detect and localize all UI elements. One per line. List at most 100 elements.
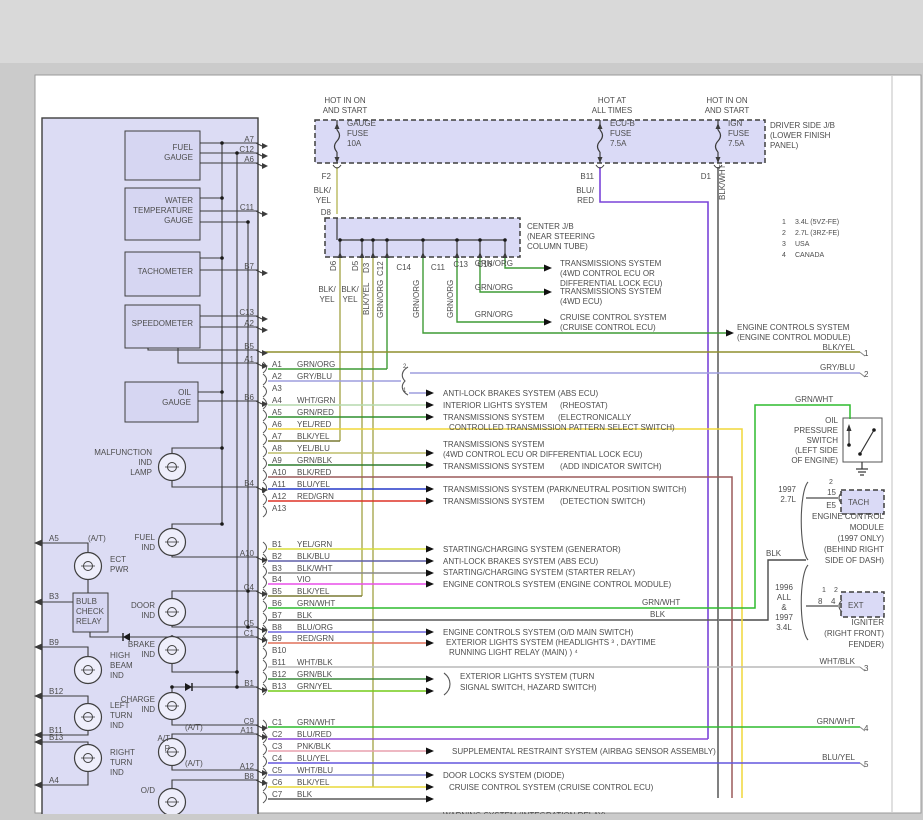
label: GRN/ORG	[475, 283, 513, 292]
label: ANTI-LOCK BRAKES SYSTEM (ABS ECU)	[443, 557, 598, 566]
pin-b4: B4	[272, 575, 282, 584]
label: 1	[864, 349, 869, 358]
label: (A/T)	[88, 534, 106, 543]
label: INTERIOR LIGHTS SYSTEM	[443, 401, 548, 410]
pin-a3: A3	[272, 384, 282, 393]
pin-a13: A13	[272, 504, 287, 513]
label: ENGINE CONTROLS SYSTEM (ENGINE CONTROL M…	[443, 580, 672, 589]
cluster-pin-b5: B5	[244, 342, 254, 351]
label: CRUISE CONTROL SYSTEM (CRUISE CONTROL ECU…	[560, 313, 667, 332]
cluster-pin-c5: C5	[244, 619, 255, 628]
wirecolor-b1: YEL/GRN	[297, 540, 332, 549]
label: 2	[834, 587, 838, 594]
label: GRN/WHT	[795, 395, 833, 404]
junction-dot	[235, 151, 239, 155]
pin-b6: B6	[272, 599, 282, 608]
cluster-pin-c1: C1	[244, 629, 255, 638]
cluster-pin-a7: A7	[244, 135, 254, 144]
junction-dot	[371, 238, 375, 242]
cluster-pin-a2: A2	[244, 319, 254, 328]
junction-dot	[360, 238, 364, 242]
pin-a2: A2	[272, 372, 282, 381]
wirecolor-a10: BLK/RED	[297, 468, 331, 477]
label: USA	[795, 241, 810, 248]
pin-b10: B10	[272, 646, 287, 655]
pin-b9: B9	[272, 634, 282, 643]
label: B13	[49, 733, 64, 742]
wirecolor-b13: GRN/YEL	[297, 682, 333, 691]
wirecolor-c7: BLK	[297, 790, 313, 799]
wirecolor-c6: BLK/YEL	[297, 778, 330, 787]
label: STARTING/CHARGING SYSTEM (STARTER RELAY)	[443, 568, 636, 577]
hot-in-on-start-1: HOT IN ON AND START	[323, 96, 368, 115]
label: (RHEOSTAT)	[560, 401, 608, 410]
pin-a7: A7	[272, 432, 282, 441]
pin-a10: A10	[272, 468, 287, 477]
label: TRANSMISSIONS SYSTEM	[443, 413, 545, 422]
label: (A/T)	[185, 723, 203, 732]
junction-dot	[220, 522, 224, 526]
junction-dot	[421, 238, 425, 242]
hot-in-on-start-2: HOT IN ON AND START	[705, 96, 750, 115]
pin-b2: B2	[272, 552, 282, 561]
wirecolor-a7: BLK/YEL	[297, 432, 330, 441]
cluster-pin-a10: A10	[240, 549, 255, 558]
junction-dot	[872, 428, 876, 432]
wirecolor-b5: BLK/YEL	[297, 587, 330, 596]
label: 3	[864, 664, 869, 673]
label: GRN/ORG	[376, 280, 385, 318]
pin-c3: C3	[272, 742, 283, 751]
label: B9	[49, 638, 59, 647]
wirecolor-b8: BLU/ORG	[297, 623, 333, 632]
pin-b8: B8	[272, 623, 282, 632]
pin-c6: C6	[272, 778, 283, 787]
label: B3	[49, 592, 59, 601]
junction-dot	[220, 256, 224, 260]
wirecolor-b4: VIO	[297, 575, 311, 584]
label: (ELECTRONICALLY	[558, 413, 632, 422]
label: D3	[362, 262, 371, 273]
cluster-pin-b7: B7	[244, 262, 254, 271]
cluster-pin-c11: C11	[240, 203, 255, 212]
pin-b5: B5	[272, 587, 282, 596]
label: TRANSMISSIONS SYSTEM (PARK/NEUTRAL POSIT…	[443, 485, 687, 494]
wirecolor-a9: GRN/BLK	[297, 456, 333, 465]
pin-b12: B12	[272, 670, 287, 679]
label: C14	[396, 263, 411, 272]
wirecolor-b6: GRN/WHT	[297, 599, 335, 608]
pin-a4: A4	[272, 396, 282, 405]
label: CRUISE CONTROL SYSTEM (CRUISE CONTROL EC…	[449, 783, 654, 792]
label: 4	[864, 724, 869, 733]
label: D6	[329, 260, 338, 271]
title-bg	[0, 0, 923, 63]
pin-a11: A11	[272, 480, 286, 489]
pin-a12: A12	[272, 492, 287, 501]
pin-a1: A1	[272, 360, 282, 369]
label: D1	[701, 172, 712, 181]
label: D8	[321, 208, 332, 217]
label: C12	[376, 261, 385, 276]
junction-dot	[503, 238, 507, 242]
wirecolor-c1: GRN/WHT	[297, 718, 335, 727]
wirecolor-c5: WHT/BLU	[297, 766, 333, 775]
label: (A/T)	[185, 759, 203, 768]
label: (DETECTION SWITCH)	[560, 497, 646, 506]
cluster-pin-c4: C4	[244, 583, 255, 592]
wirecolor-b9: RED/GRN	[297, 634, 334, 643]
pin-a8: A8	[272, 444, 282, 453]
label: ENGINE CONTROLS SYSTEM (O/D MAIN SWITCH)	[443, 628, 634, 637]
label: D5	[351, 260, 360, 271]
wirecolor-c2: BLU/RED	[297, 730, 332, 739]
wirecolor-a2: GRY/BLU	[297, 372, 332, 381]
label: GRY/BLU	[820, 363, 855, 372]
junction-dot	[235, 670, 239, 674]
cluster-pin-b6: B6	[244, 393, 254, 402]
label: 3	[782, 241, 786, 248]
label: E5	[826, 501, 836, 510]
pin-a9: A9	[272, 456, 282, 465]
label: C13	[453, 260, 468, 269]
wirecolor-c4: BLU/YEL	[297, 754, 330, 763]
pin-b3: B3	[272, 564, 282, 573]
label: CONTROLLED TRANSMISSION PATTERN SELECT S…	[449, 423, 675, 432]
label: 2.7L (3RZ-FE)	[795, 230, 839, 237]
